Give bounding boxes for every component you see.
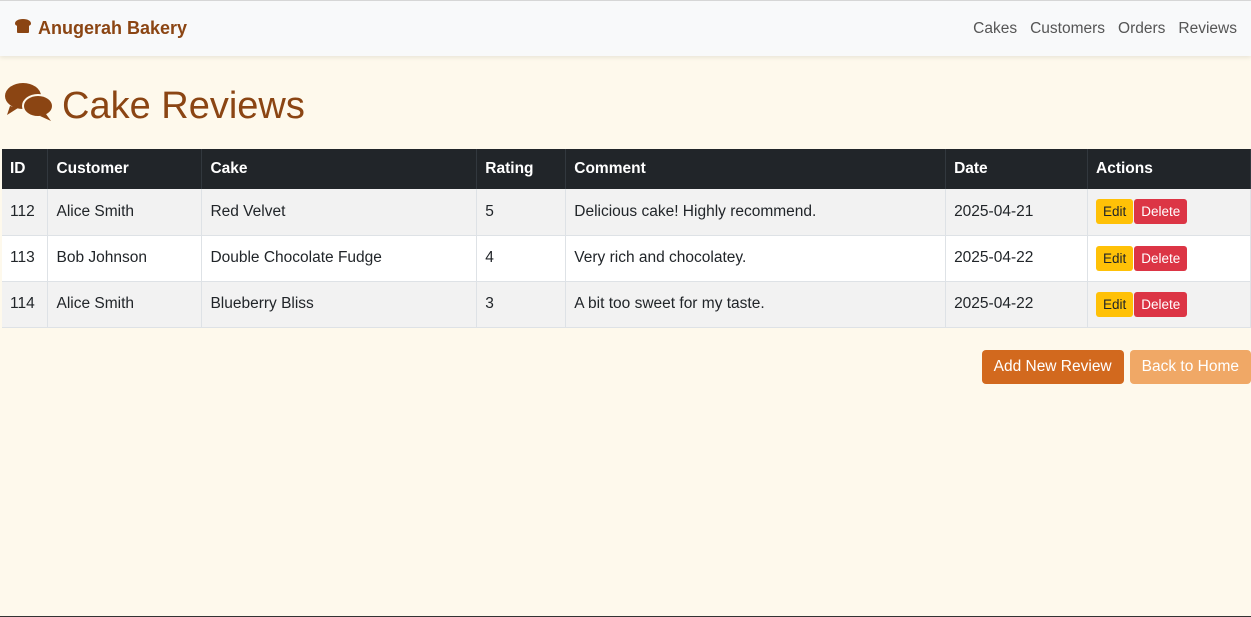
reviews-table: ID Customer Cake Rating Comment Date Act…	[2, 149, 1251, 328]
table-row: 113 Bob Johnson Double Chocolate Fudge 4…	[2, 235, 1251, 282]
cell-cake: Double Chocolate Fudge	[201, 235, 478, 282]
cell-cake: Blueberry Bliss	[201, 281, 478, 328]
page-title-text: Cake Reviews	[62, 84, 305, 127]
delete-button[interactable]: Delete	[1134, 291, 1188, 317]
cell-date: 2025-04-22	[945, 281, 1088, 328]
header-customer: Customer	[47, 149, 203, 189]
cell-customer: Alice Smith	[47, 189, 203, 236]
brand-name: Anugerah Bakery	[38, 18, 188, 38]
nav-links: Cakes Customers Orders Reviews	[973, 20, 1237, 38]
cell-id: 113	[2, 235, 49, 282]
header-comment: Comment	[565, 149, 947, 189]
delete-button[interactable]: Delete	[1134, 199, 1188, 225]
header-date: Date	[945, 149, 1088, 189]
cell-rating: 4	[476, 235, 567, 282]
cell-rating: 3	[476, 281, 567, 328]
add-review-button[interactable]: Add New Review	[981, 350, 1124, 384]
cell-id: 112	[2, 189, 49, 236]
cell-actions: Edit Delete	[1087, 189, 1251, 236]
page-actions: Add New Review Back to Home	[981, 350, 1251, 384]
cell-date: 2025-04-21	[945, 189, 1088, 236]
edit-button[interactable]: Edit	[1096, 199, 1134, 225]
table-row: 112 Alice Smith Red Velvet 5 Delicious c…	[2, 189, 1251, 236]
nav-link-customers[interactable]: Customers	[1030, 20, 1105, 38]
cell-comment: Very rich and chocolatey.	[565, 235, 947, 282]
edit-button[interactable]: Edit	[1096, 245, 1134, 271]
delete-button[interactable]: Delete	[1134, 245, 1188, 271]
page-title: Cake Reviews	[4, 80, 305, 132]
cell-actions: Edit Delete	[1087, 235, 1251, 282]
cell-comment: Delicious cake! Highly recommend.	[565, 189, 947, 236]
header-cake: Cake	[201, 149, 478, 189]
table-row: 114 Alice Smith Blueberry Bliss 3 A bit …	[2, 281, 1251, 328]
nav-link-cakes[interactable]: Cakes	[973, 20, 1017, 38]
comments-icon	[4, 80, 54, 132]
cell-comment: A bit too sweet for my taste.	[565, 281, 947, 328]
back-home-button[interactable]: Back to Home	[1129, 350, 1251, 384]
cell-actions: Edit Delete	[1087, 281, 1251, 328]
nav-link-reviews[interactable]: Reviews	[1178, 20, 1237, 38]
navbar: Anugerah Bakery Cakes Customers Orders R…	[0, 0, 1251, 56]
cell-customer: Bob Johnson	[47, 235, 203, 282]
nav-link-orders[interactable]: Orders	[1118, 20, 1165, 38]
table-header-row: ID Customer Cake Rating Comment Date Act…	[2, 149, 1251, 189]
header-rating: Rating	[476, 149, 567, 189]
cell-date: 2025-04-22	[945, 235, 1088, 282]
cell-customer: Alice Smith	[47, 281, 203, 328]
brand-link[interactable]: Anugerah Bakery	[14, 18, 187, 39]
header-actions: Actions	[1087, 149, 1251, 189]
cell-rating: 5	[476, 189, 567, 236]
cell-id: 114	[2, 281, 49, 328]
bread-icon	[14, 18, 32, 39]
header-id: ID	[2, 149, 49, 189]
cell-cake: Red Velvet	[201, 189, 478, 236]
edit-button[interactable]: Edit	[1096, 291, 1134, 317]
